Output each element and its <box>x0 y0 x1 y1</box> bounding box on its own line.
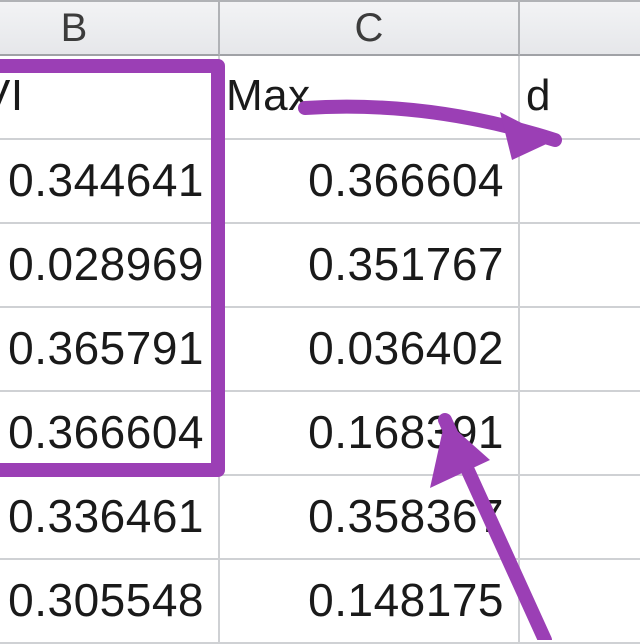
column-letter: B <box>61 6 88 50</box>
cell-B-r1[interactable]: 0.344641 <box>0 140 220 224</box>
cell-C-header[interactable]: Max <box>220 56 520 140</box>
cell-C-r4[interactable]: 0.168391 <box>220 392 520 476</box>
cell-D-r3[interactable] <box>520 308 640 392</box>
cell-C-r6[interactable]: 0.148175 <box>220 560 520 644</box>
cell-C-r1[interactable]: 0.366604 <box>220 140 520 224</box>
cell-B-r3[interactable]: 0.365791 <box>0 308 220 392</box>
cell-D-header[interactable]: d <box>520 56 640 140</box>
cell-D-r1[interactable] <box>520 140 640 224</box>
cell-C-r3[interactable]: 0.036402 <box>220 308 520 392</box>
cell-D-r4[interactable] <box>520 392 640 476</box>
column-header-D[interactable] <box>520 0 640 56</box>
cell-B-header[interactable]: IDVI <box>0 56 220 140</box>
cell-B-r2[interactable]: 0.028969 <box>0 224 220 308</box>
cell-B-r4[interactable]: 0.366604 <box>0 392 220 476</box>
column-letter: C <box>355 6 384 50</box>
spreadsheet-grid: B C IDVI Max d 0.344641 0.366604 0.02896… <box>0 0 640 640</box>
cell-B-r6[interactable]: 0.305548 <box>0 560 220 644</box>
cell-C-r2[interactable]: 0.351767 <box>220 224 520 308</box>
cell-D-r6[interactable] <box>520 560 640 644</box>
cell-C-r5[interactable]: 0.358367 <box>220 476 520 560</box>
cell-D-r5[interactable] <box>520 476 640 560</box>
column-header-C[interactable]: C <box>220 0 520 56</box>
column-header-B[interactable]: B <box>0 0 220 56</box>
cell-D-r2[interactable] <box>520 224 640 308</box>
cell-B-r5[interactable]: 0.336461 <box>0 476 220 560</box>
